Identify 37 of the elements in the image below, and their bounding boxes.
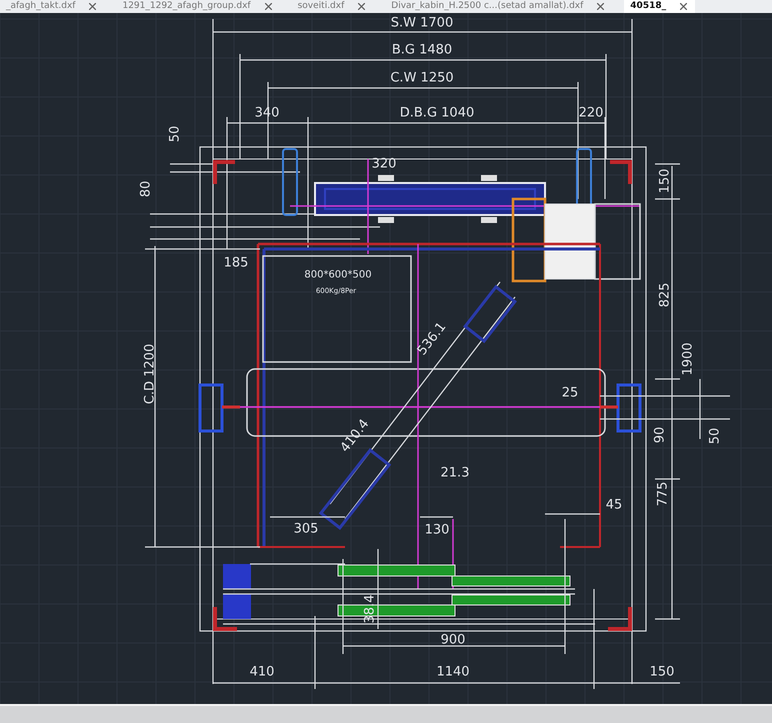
dimension-label: 900	[440, 632, 466, 648]
dimension-label: 305	[294, 522, 318, 537]
close-icon[interactable]	[264, 2, 272, 10]
close-icon[interactable]	[597, 2, 604, 10]
dimension-label: 80	[138, 180, 154, 198]
dimension-label: 50	[708, 428, 723, 444]
file-tab[interactable]: 1291_1292_afagh_group.dxf	[116, 0, 280, 14]
file-tab[interactable]: soveiti.dxf	[292, 0, 374, 14]
dimension-label: 38.4	[362, 594, 378, 624]
close-icon[interactable]	[358, 2, 366, 10]
dimension-label: 50	[168, 126, 183, 142]
dimension-label: C.W 1250	[390, 70, 454, 86]
file-tab[interactable]: 40518_	[624, 0, 696, 14]
dimension-label: 410	[250, 664, 274, 680]
dimension-label: 25	[562, 386, 578, 401]
dimension-label: D.B.G 1040	[400, 106, 474, 121]
dimension-label: 150	[650, 664, 674, 680]
dimension-label: 220	[578, 106, 604, 121]
dimension-label: 1900	[680, 342, 696, 376]
dimension-label: 90	[652, 426, 668, 444]
dimension-label: 800*600*500	[304, 270, 372, 281]
dimension-label: 45	[606, 498, 622, 513]
dimension-label: 775	[656, 482, 671, 507]
dimension-label: 21.3	[440, 466, 470, 481]
dimension-label: 320	[372, 156, 396, 172]
dimension-label: 1140	[436, 664, 470, 680]
dimension-label: 825	[658, 282, 673, 308]
file-tab[interactable]: _afagh_takt.dxf	[0, 0, 104, 14]
dimension-label: 150	[658, 168, 673, 194]
dimension-label: C.D 1200	[142, 344, 158, 404]
file-tab[interactable]: Divar_kabin_H.2500 c...(setad amallat).dxf	[385, 0, 612, 14]
dimension-label: 185	[224, 256, 248, 271]
close-icon[interactable]	[89, 2, 96, 10]
dimension-label: 130	[424, 522, 450, 538]
dimension-label: S.W 1700	[390, 16, 454, 31]
dimension-label: B.G 1480	[392, 42, 452, 58]
close-icon[interactable]	[680, 2, 688, 10]
